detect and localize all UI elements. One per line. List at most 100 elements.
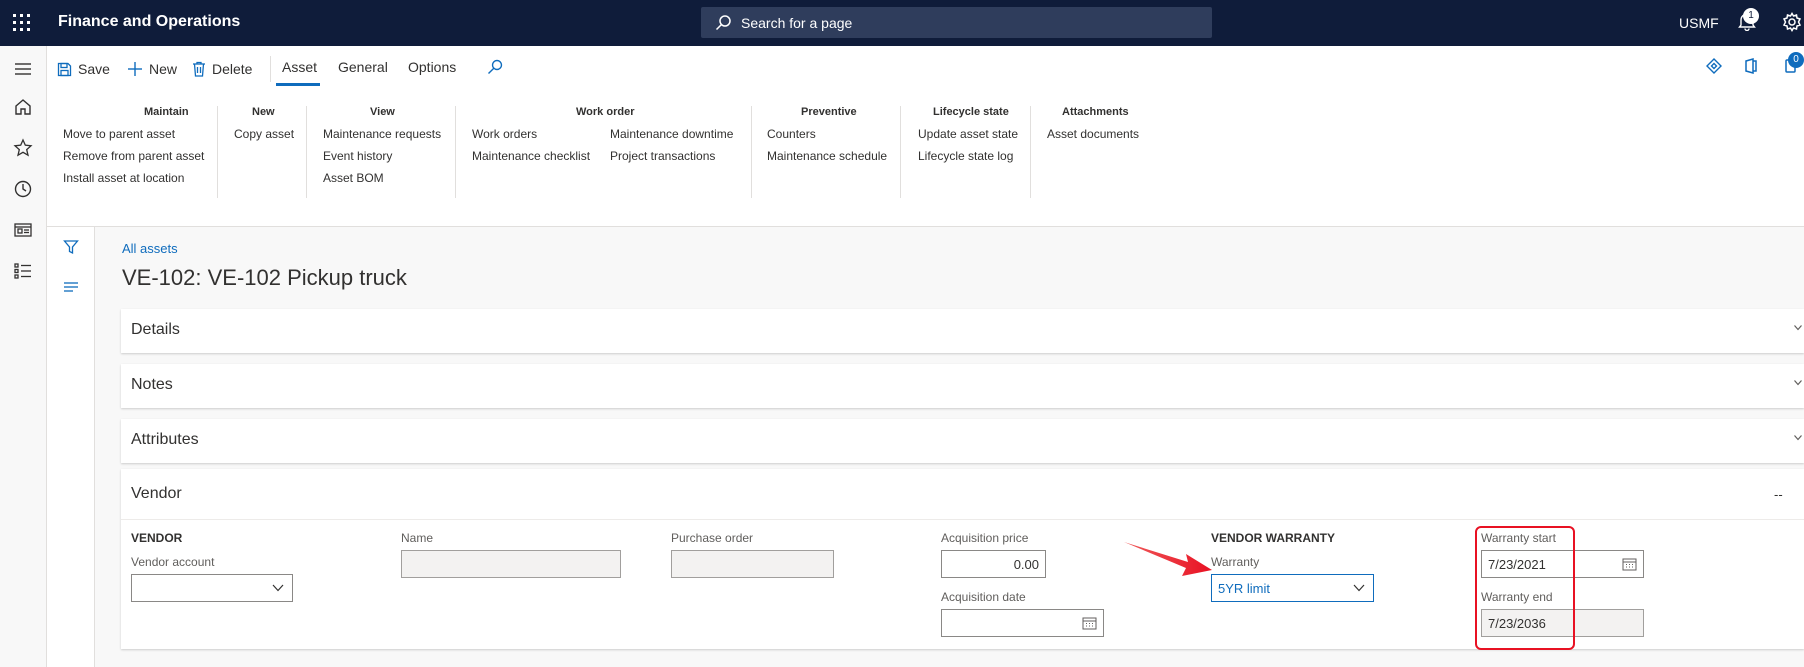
active-tab-indicator: [276, 83, 320, 86]
group-title-new: New: [252, 106, 275, 118]
group-separator: [455, 106, 456, 198]
purchase-order-field[interactable]: [671, 550, 834, 578]
related-info-lines-icon[interactable]: [63, 279, 79, 295]
action-pane: Save New Delete Asset General Options 0 …: [47, 46, 1804, 227]
lifecycle-state-log-link[interactable]: Lifecycle state log: [918, 149, 1013, 163]
power-apps-diamond-icon[interactable]: [1706, 58, 1722, 74]
save-label: Save: [78, 61, 110, 77]
new-button[interactable]: New: [127, 56, 177, 82]
move-to-parent-asset-link[interactable]: Move to parent asset: [63, 127, 175, 141]
trash-icon: [193, 61, 205, 77]
toolbar-separator: [270, 56, 271, 82]
vendor-warranty-heading: VENDOR WARRANTY: [1211, 531, 1336, 545]
maintenance-requests-link[interactable]: Maintenance requests: [323, 127, 441, 141]
group-separator: [217, 106, 218, 198]
modules-list-icon[interactable]: [12, 260, 34, 282]
home-icon[interactable]: [12, 96, 34, 118]
counters-link[interactable]: Counters: [767, 127, 816, 141]
app-launcher-icon[interactable]: [12, 13, 32, 33]
recent-clock-icon[interactable]: [12, 178, 34, 200]
group-title-work-order: Work order: [576, 106, 635, 118]
settings-gear-icon[interactable]: [1782, 12, 1802, 32]
notification-count-badge: 1: [1743, 8, 1759, 24]
search-box[interactable]: Search for a page: [701, 7, 1212, 38]
asset-bom-link[interactable]: Asset BOM: [323, 171, 384, 185]
app-title[interactable]: Finance and Operations: [58, 13, 240, 31]
top-bar: Finance and Operations Search for a page…: [0, 0, 1804, 46]
fasttab-attributes[interactable]: Attributes: [121, 419, 1804, 463]
install-asset-at-location-link[interactable]: Install asset at location: [63, 171, 184, 185]
asset-documents-link[interactable]: Asset documents: [1047, 127, 1139, 141]
divider: [121, 519, 1804, 520]
new-label: New: [149, 61, 178, 77]
annotation-highlight-box: [1475, 526, 1575, 650]
group-title-view: View: [370, 106, 395, 118]
name-label: Name: [401, 531, 434, 545]
search-placeholder: Search for a page: [741, 15, 853, 31]
tab-asset[interactable]: Asset: [282, 59, 317, 75]
maintenance-checklist-link[interactable]: Maintenance checklist: [472, 149, 590, 163]
breadcrumb[interactable]: All assets: [122, 241, 178, 256]
hamburger-menu-icon[interactable]: [12, 58, 34, 80]
acquisition-date-field[interactable]: [941, 609, 1104, 637]
chevron-down-icon: [1794, 325, 1802, 331]
collapse-indicator[interactable]: --: [1774, 487, 1783, 502]
save-icon: [57, 62, 72, 76]
chevron-down-icon: [1353, 584, 1365, 592]
workspaces-icon[interactable]: [12, 219, 34, 241]
group-separator: [751, 106, 752, 198]
add-icon: [128, 62, 142, 76]
tab-general[interactable]: General: [338, 59, 388, 75]
group-title-lifecycle-state: Lifecycle state: [933, 106, 1009, 118]
warranty-dropdown[interactable]: 5YR limit: [1211, 574, 1374, 602]
filter-icon[interactable]: [63, 239, 79, 255]
chevron-down-icon: [1794, 435, 1802, 441]
tab-options[interactable]: Options: [408, 59, 456, 75]
fasttab-notes[interactable]: Notes: [121, 364, 1804, 408]
fasttab-label: Details: [131, 321, 180, 338]
group-separator: [900, 106, 901, 198]
fasttab-details[interactable]: Details: [121, 309, 1804, 353]
chevron-down-icon: [1794, 380, 1802, 386]
group-separator: [306, 106, 307, 198]
calendar-icon[interactable]: [1082, 616, 1097, 630]
purchase-order-label: Purchase order: [671, 531, 754, 545]
office-icon[interactable]: [1744, 58, 1758, 74]
name-field[interactable]: [401, 550, 621, 578]
chevron-down-icon: [272, 584, 284, 592]
acquisition-date-label: Acquisition date: [941, 590, 1026, 604]
group-separator: [1030, 106, 1031, 198]
calendar-icon[interactable]: [1622, 557, 1637, 571]
vendor-account-label: Vendor account: [131, 555, 215, 569]
maintenance-schedule-link[interactable]: Maintenance schedule: [767, 149, 887, 163]
acquisition-price-label: Acquisition price: [941, 531, 1029, 545]
navigation-rail: [0, 46, 47, 667]
annotation-arrow: [1122, 540, 1214, 580]
work-orders-link[interactable]: Work orders: [472, 127, 537, 141]
fasttab-label: Notes: [131, 376, 173, 393]
delete-button[interactable]: Delete: [192, 56, 252, 82]
favorites-star-icon[interactable]: [12, 137, 34, 159]
page-side-rail: [47, 227, 95, 667]
copy-asset-link[interactable]: Copy asset: [234, 127, 294, 141]
maintenance-downtime-link[interactable]: Maintenance downtime: [610, 127, 733, 141]
update-asset-state-link[interactable]: Update asset state: [918, 127, 1018, 141]
group-title-preventive: Preventive: [801, 106, 857, 118]
find-search-icon[interactable]: [487, 59, 503, 75]
warranty-label: Warranty: [1211, 555, 1260, 569]
vendor-account-dropdown[interactable]: [131, 574, 293, 602]
group-title-attachments: Attachments: [1062, 106, 1129, 118]
delete-label: Delete: [212, 61, 253, 77]
project-transactions-link[interactable]: Project transactions: [610, 149, 715, 163]
company-picker[interactable]: USMF: [1679, 15, 1719, 31]
event-history-link[interactable]: Event history: [323, 149, 392, 163]
save-button[interactable]: Save: [57, 56, 110, 82]
vendor-section-heading: VENDOR: [131, 531, 183, 545]
fasttab-label[interactable]: Vendor: [131, 485, 182, 503]
attachments-count-badge: 0: [1788, 52, 1804, 68]
group-title-maintain: Maintain: [144, 106, 189, 118]
page-title: VE-102: VE-102 Pickup truck: [122, 265, 407, 290]
remove-from-parent-asset-link[interactable]: Remove from parent asset: [63, 149, 204, 163]
fasttab-label: Attributes: [131, 431, 199, 448]
acquisition-price-field[interactable]: 0.00: [941, 550, 1046, 578]
